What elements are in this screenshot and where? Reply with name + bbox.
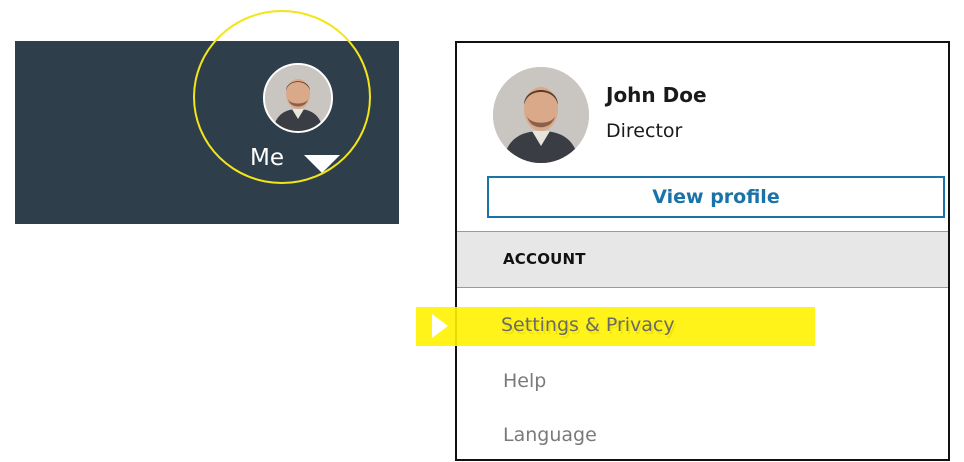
avatar-small xyxy=(263,63,333,133)
account-section-label: ACCOUNT xyxy=(503,250,586,268)
avatar-large xyxy=(493,67,589,163)
pointer-arrow-icon xyxy=(432,314,448,338)
me-menu-button[interactable]: Me xyxy=(248,61,348,181)
profile-card: John Doe Director View profile xyxy=(457,43,948,231)
avatar-photo-icon xyxy=(265,65,331,131)
menu-item-language[interactable]: Language xyxy=(503,424,597,446)
view-profile-button[interactable]: View profile xyxy=(487,176,945,218)
profile-title: Director xyxy=(606,120,683,142)
me-label: Me xyxy=(250,145,284,171)
caret-down-icon xyxy=(304,155,340,173)
menu-item-help[interactable]: Help xyxy=(503,370,546,392)
menu-item-settings-privacy[interactable]: Settings & Privacy xyxy=(503,317,677,339)
account-section-header: ACCOUNT xyxy=(457,231,948,288)
tutorial-stage: Me John Doe Director View profile ACCOUN… xyxy=(0,0,964,462)
profile-name: John Doe xyxy=(606,83,707,107)
avatar-photo-icon xyxy=(493,67,589,163)
me-dropdown-panel: John Doe Director View profile ACCOUNT S… xyxy=(455,41,950,461)
top-navbar: Me xyxy=(15,41,399,224)
